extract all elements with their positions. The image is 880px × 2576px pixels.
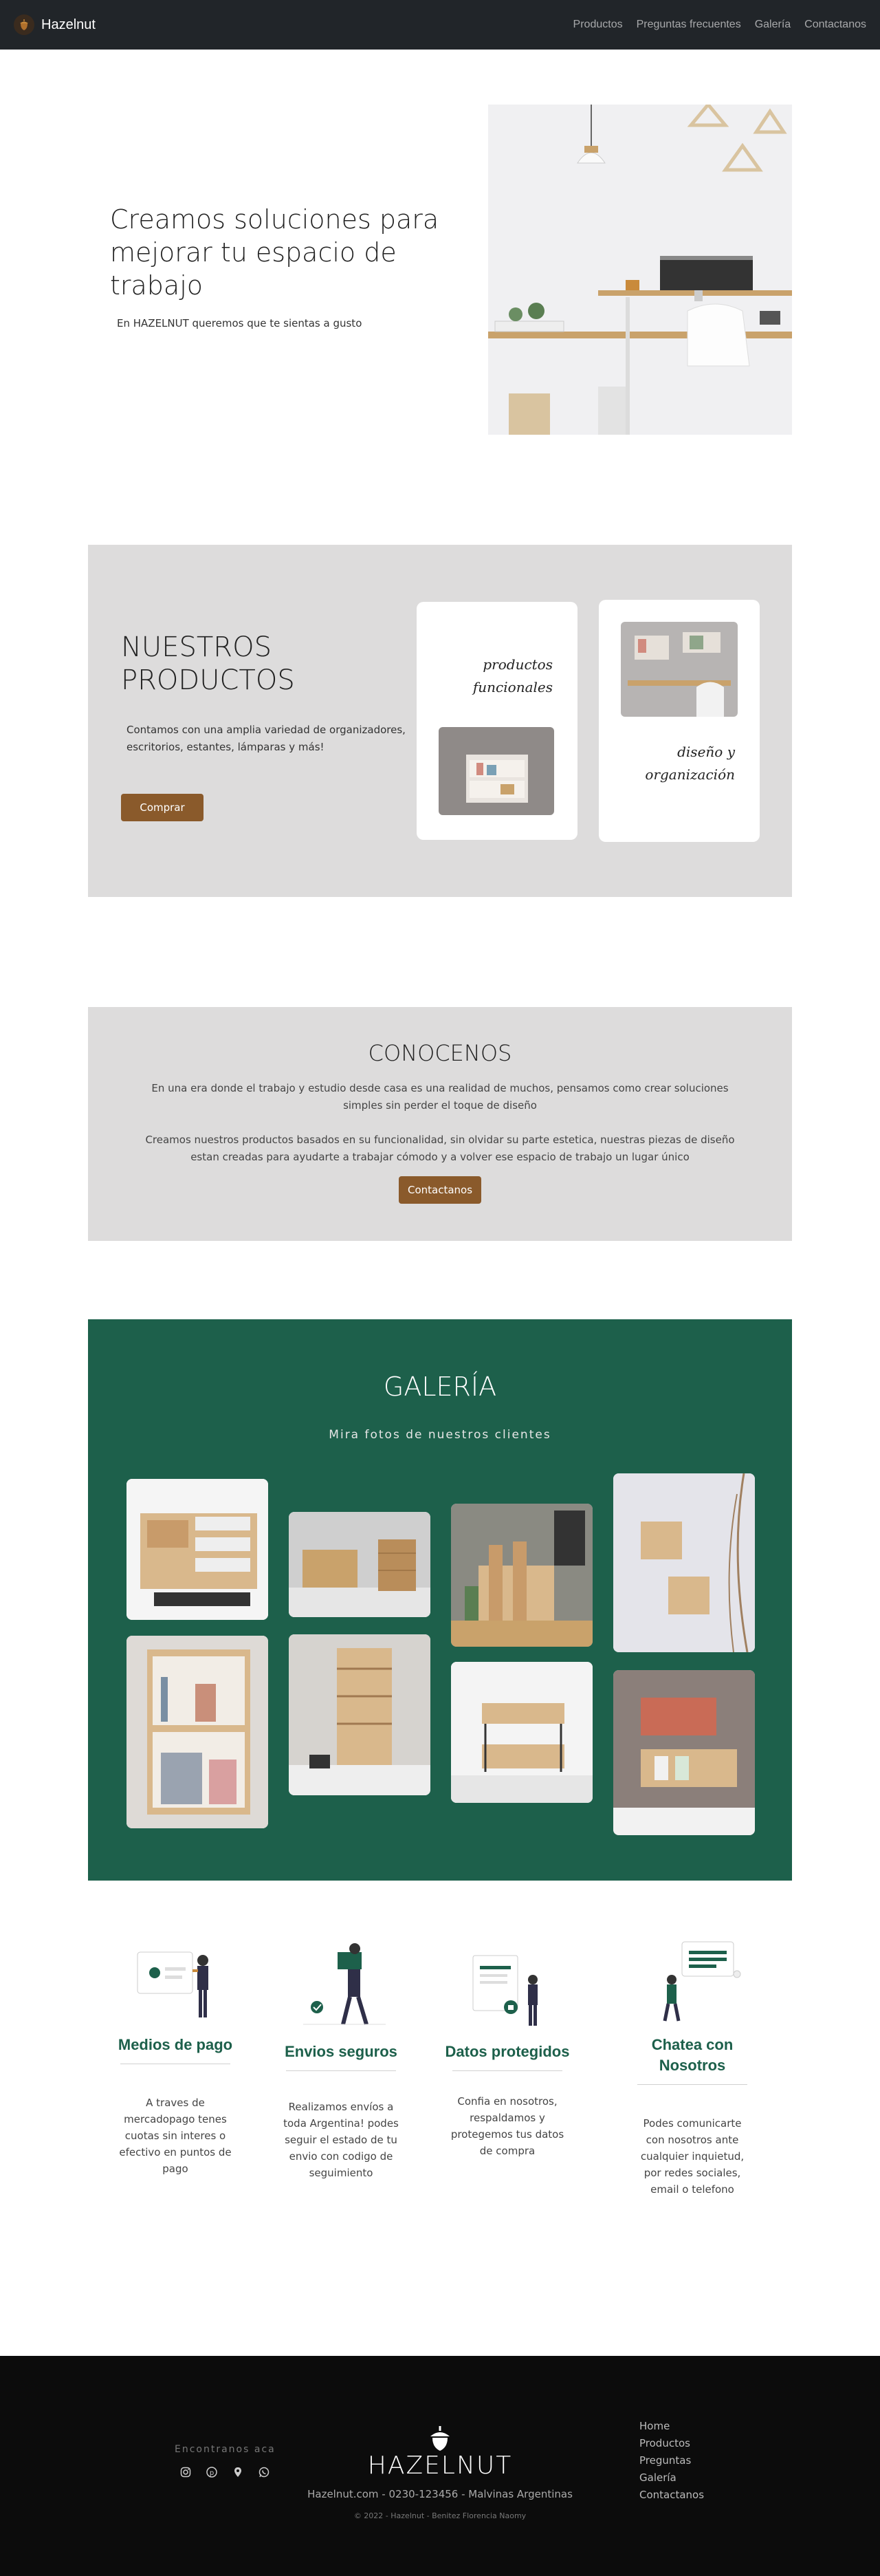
feature-text: A traves de mercadopago tenes cuotas sin… (119, 2097, 232, 2175)
brand[interactable]: Hazelnut (14, 14, 96, 35)
instagram-icon[interactable] (180, 2467, 191, 2478)
hero-workspace-image (488, 105, 792, 435)
product-card-diseno[interactable]: diseño y organización (599, 600, 760, 842)
acorn-logo-icon (426, 2425, 454, 2452)
feature-title: Envios seguros (285, 2043, 397, 2060)
footer-social-block: Encontranos aca p (175, 2444, 276, 2478)
footer-contact-line: Hazelnut.com - 0230-123456 - Malvinas Ar… (307, 2488, 573, 2500)
about-paragraph: Creamos nuestros productos basados en su… (145, 1134, 735, 1163)
products-title: NUESTROS PRODUCTOS (121, 631, 295, 696)
gallery-section: GALERÍA Mira fotos de nuestros clientes (88, 1319, 792, 1881)
about-title: CONOCENOS (368, 1040, 512, 1066)
footer-brand-block: HAZELNUT Hazelnut.com - 0230-123456 - Ma… (289, 2425, 591, 2520)
divider (286, 2070, 396, 2071)
gallery-image[interactable] (451, 1662, 593, 1803)
footer-link-preguntas[interactable]: Preguntas (639, 2454, 704, 2467)
hero-text: Creamos soluciones para mejorar tu espac… (110, 203, 447, 329)
gallery-image[interactable] (613, 1473, 755, 1652)
brand-name: Hazelnut (41, 17, 96, 32)
gallery-image[interactable] (126, 1636, 268, 1828)
feature-text: Realizamos envíos a toda Argentina! pode… (283, 2101, 399, 2179)
chat-illustration-icon (641, 1931, 744, 2035)
gallery-image[interactable] (126, 1479, 268, 1620)
feature-text: Podes comunicarte con nosotros ante cual… (640, 2117, 745, 2196)
gallery-image[interactable] (289, 1512, 430, 1617)
feature-title: Medios de pago (118, 2036, 233, 2053)
svg-text:p: p (210, 2469, 214, 2477)
gallery-image[interactable] (289, 1634, 430, 1795)
product-image-desk (621, 622, 738, 717)
feature-title: Chatea con Nosotros (651, 2036, 734, 2074)
feature-title: Datos protegidos (445, 2043, 570, 2060)
gallery-subtitle: Mira fotos de nuestros clientes (329, 1428, 551, 1442)
product-card-label: diseño y organización (645, 744, 735, 783)
shipping-illustration-icon (289, 1931, 393, 2035)
footer-link-productos[interactable]: Productos (639, 2436, 704, 2450)
comprar-button[interactable]: Comprar (121, 794, 204, 821)
pinterest-icon[interactable]: p (206, 2467, 218, 2478)
feature-chatea: Chatea con Nosotros Podes comunicarte co… (627, 1931, 758, 2198)
nav-link-productos[interactable]: Productos (573, 19, 623, 31)
feature-envios-seguros: Envios seguros Realizamos envíos a toda … (276, 1931, 406, 2181)
nav-link-preguntas[interactable]: Preguntas frecuentes (637, 19, 741, 31)
divider (452, 2070, 562, 2071)
footer-link-contactanos[interactable]: Contactanos (639, 2488, 704, 2502)
contactanos-button[interactable]: Contactanos (399, 1176, 481, 1204)
footer-link-home[interactable]: Home (639, 2419, 704, 2433)
gallery-image[interactable] (451, 1504, 593, 1647)
footer-brand-name: HAZELNUT (367, 2451, 513, 2480)
location-icon[interactable] (232, 2467, 243, 2478)
nav-link-galeria[interactable]: Galería (755, 19, 791, 31)
about-section: CONOCENOS En una era donde el trabajo y … (88, 1007, 792, 1241)
footer-social-icons: p (175, 2467, 276, 2478)
footer: Encontranos aca p HAZELNUT Hazelnut.com … (0, 2356, 880, 2576)
hero-title: Creamos soluciones para mejorar tu espac… (110, 204, 439, 301)
footer-copyright: © 2022 - Hazelnut - Benitez Florencia Na… (353, 2511, 527, 2520)
footer-links: Home Productos Preguntas Galería Contact… (639, 2419, 704, 2502)
nav-links: Productos Preguntas frecuentes Galería C… (573, 19, 866, 31)
feature-text: Confia en nosotros, respaldamos y proteg… (450, 2095, 564, 2157)
footer-find-us: Encontranos aca (175, 2444, 276, 2455)
product-card-label: productos funcionales (472, 656, 553, 695)
footer-link-galeria[interactable]: Galería (639, 2471, 704, 2485)
hero-subtitle: En HAZELNUT queremos que te sientas a gu… (117, 317, 362, 329)
security-illustration-icon (456, 1931, 559, 2035)
about-paragraph: En una era donde el trabajo y estudio de… (151, 1082, 729, 1112)
nav-link-contactanos[interactable]: Contactanos (804, 19, 866, 31)
feature-datos-protegidos: Datos protegidos Confia en nosotros, res… (442, 1931, 573, 2159)
feature-medios-de-pago: Medios de pago A traves de mercadopago t… (110, 1931, 241, 2177)
gallery-image[interactable] (613, 1670, 755, 1835)
products-section: NUESTROS PRODUCTOS Contamos con una ampl… (88, 545, 792, 897)
navbar: Hazelnut Productos Preguntas frecuentes … (0, 0, 880, 50)
divider (637, 2084, 747, 2085)
acorn-logo-icon (14, 14, 34, 35)
gallery-title: GALERÍA (383, 1372, 497, 1402)
products-description: Contamos con una amplia variedad de orga… (126, 724, 406, 753)
product-image-shelf (439, 727, 554, 815)
whatsapp-icon[interactable] (258, 2467, 270, 2478)
product-card-funcionales[interactable]: productos funcionales (417, 602, 578, 840)
payment-illustration-icon (124, 1931, 227, 2035)
